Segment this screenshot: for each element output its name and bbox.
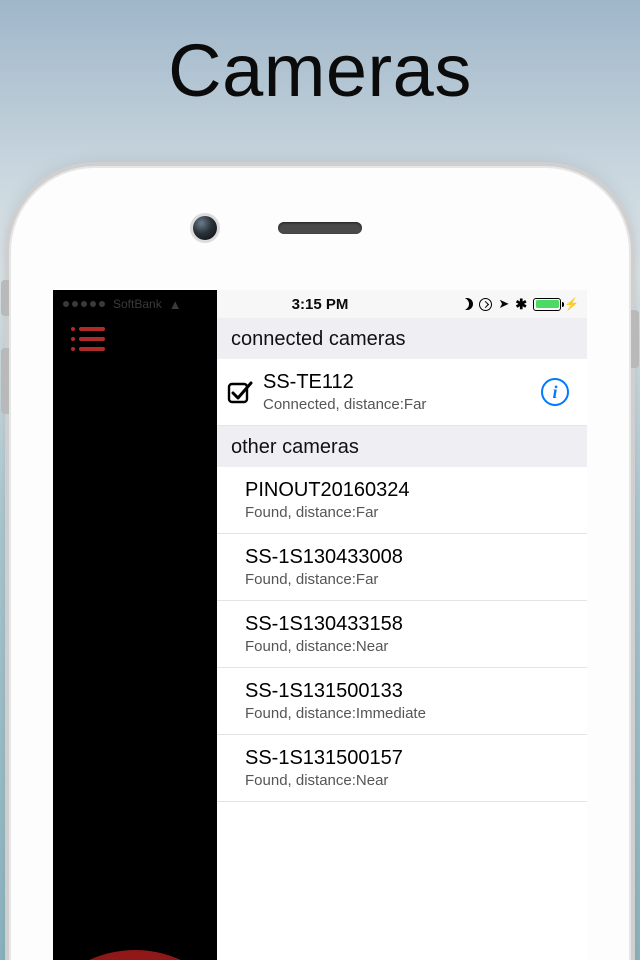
- info-button[interactable]: i: [541, 378, 569, 406]
- other-camera-row[interactable]: SS-1S131500133 Found, distance:Immediate: [217, 668, 587, 735]
- phone-frame: SoftBank ▲ 3:15 PM ➤ ✱ ⚡: [11, 168, 629, 960]
- status-bar: SoftBank ▲ 3:15 PM ➤ ✱ ⚡: [53, 290, 587, 318]
- charging-icon: ⚡: [564, 297, 579, 311]
- camera-status: Connected, distance:Far: [263, 396, 541, 413]
- menu-button[interactable]: [71, 326, 105, 352]
- camera-name: SS-1S130433008: [245, 546, 573, 569]
- signal-dots-icon: [63, 301, 105, 307]
- promo-title: Cameras: [0, 0, 640, 123]
- do-not-disturb-icon: [461, 298, 473, 310]
- phone-speaker: [278, 222, 362, 234]
- camera-status: Found, distance:Near: [245, 772, 573, 789]
- camera-name: SS-1S130433158: [245, 613, 573, 636]
- connected-cameras-header: connected cameras: [217, 318, 587, 359]
- camera-name: SS-1S131500157: [245, 747, 573, 770]
- other-cameras-header: other cameras: [217, 426, 587, 467]
- wifi-icon: ▲: [169, 297, 182, 312]
- other-camera-row[interactable]: SS-1S131500157 Found, distance:Near: [217, 735, 587, 802]
- record-button[interactable]: [53, 950, 245, 960]
- orientation-lock-icon: [479, 298, 492, 311]
- camera-status: Found, distance:Far: [245, 504, 573, 521]
- camera-list-panel: connected cameras SS-TE112 Connected, di…: [217, 318, 587, 960]
- other-camera-row[interactable]: SS-1S130433008 Found, distance:Far: [217, 534, 587, 601]
- location-icon: ➤: [498, 296, 509, 312]
- status-bar-right: ➤ ✱ ⚡: [461, 296, 587, 313]
- bluetooth-icon: ✱: [515, 296, 527, 313]
- camera-name: SS-1S131500133: [245, 680, 573, 703]
- other-camera-row[interactable]: PINOUT20160324 Found, distance:Far: [217, 467, 587, 534]
- camera-status: Found, distance:Far: [245, 571, 573, 588]
- checked-icon: [225, 377, 255, 407]
- app-body: connected cameras SS-TE112 Connected, di…: [53, 318, 587, 960]
- carrier-label: SoftBank: [113, 297, 162, 311]
- camera-status: Found, distance:Near: [245, 638, 573, 655]
- battery-icon: [533, 298, 561, 311]
- phone-side-button: [631, 310, 639, 368]
- other-camera-row[interactable]: SS-1S130433158 Found, distance:Near: [217, 601, 587, 668]
- connected-camera-row[interactable]: SS-TE112 Connected, distance:Far i: [217, 359, 587, 426]
- status-bar-clock: 3:15 PM: [292, 296, 349, 313]
- camera-status: Found, distance:Immediate: [245, 705, 573, 722]
- camera-name: SS-TE112: [263, 371, 541, 394]
- phone-screen: SoftBank ▲ 3:15 PM ➤ ✱ ⚡: [53, 290, 587, 960]
- phone-front-camera: [193, 216, 217, 240]
- camera-name: PINOUT20160324: [245, 479, 573, 502]
- camera-preview-panel: [53, 318, 217, 960]
- status-bar-left: SoftBank ▲: [53, 290, 217, 318]
